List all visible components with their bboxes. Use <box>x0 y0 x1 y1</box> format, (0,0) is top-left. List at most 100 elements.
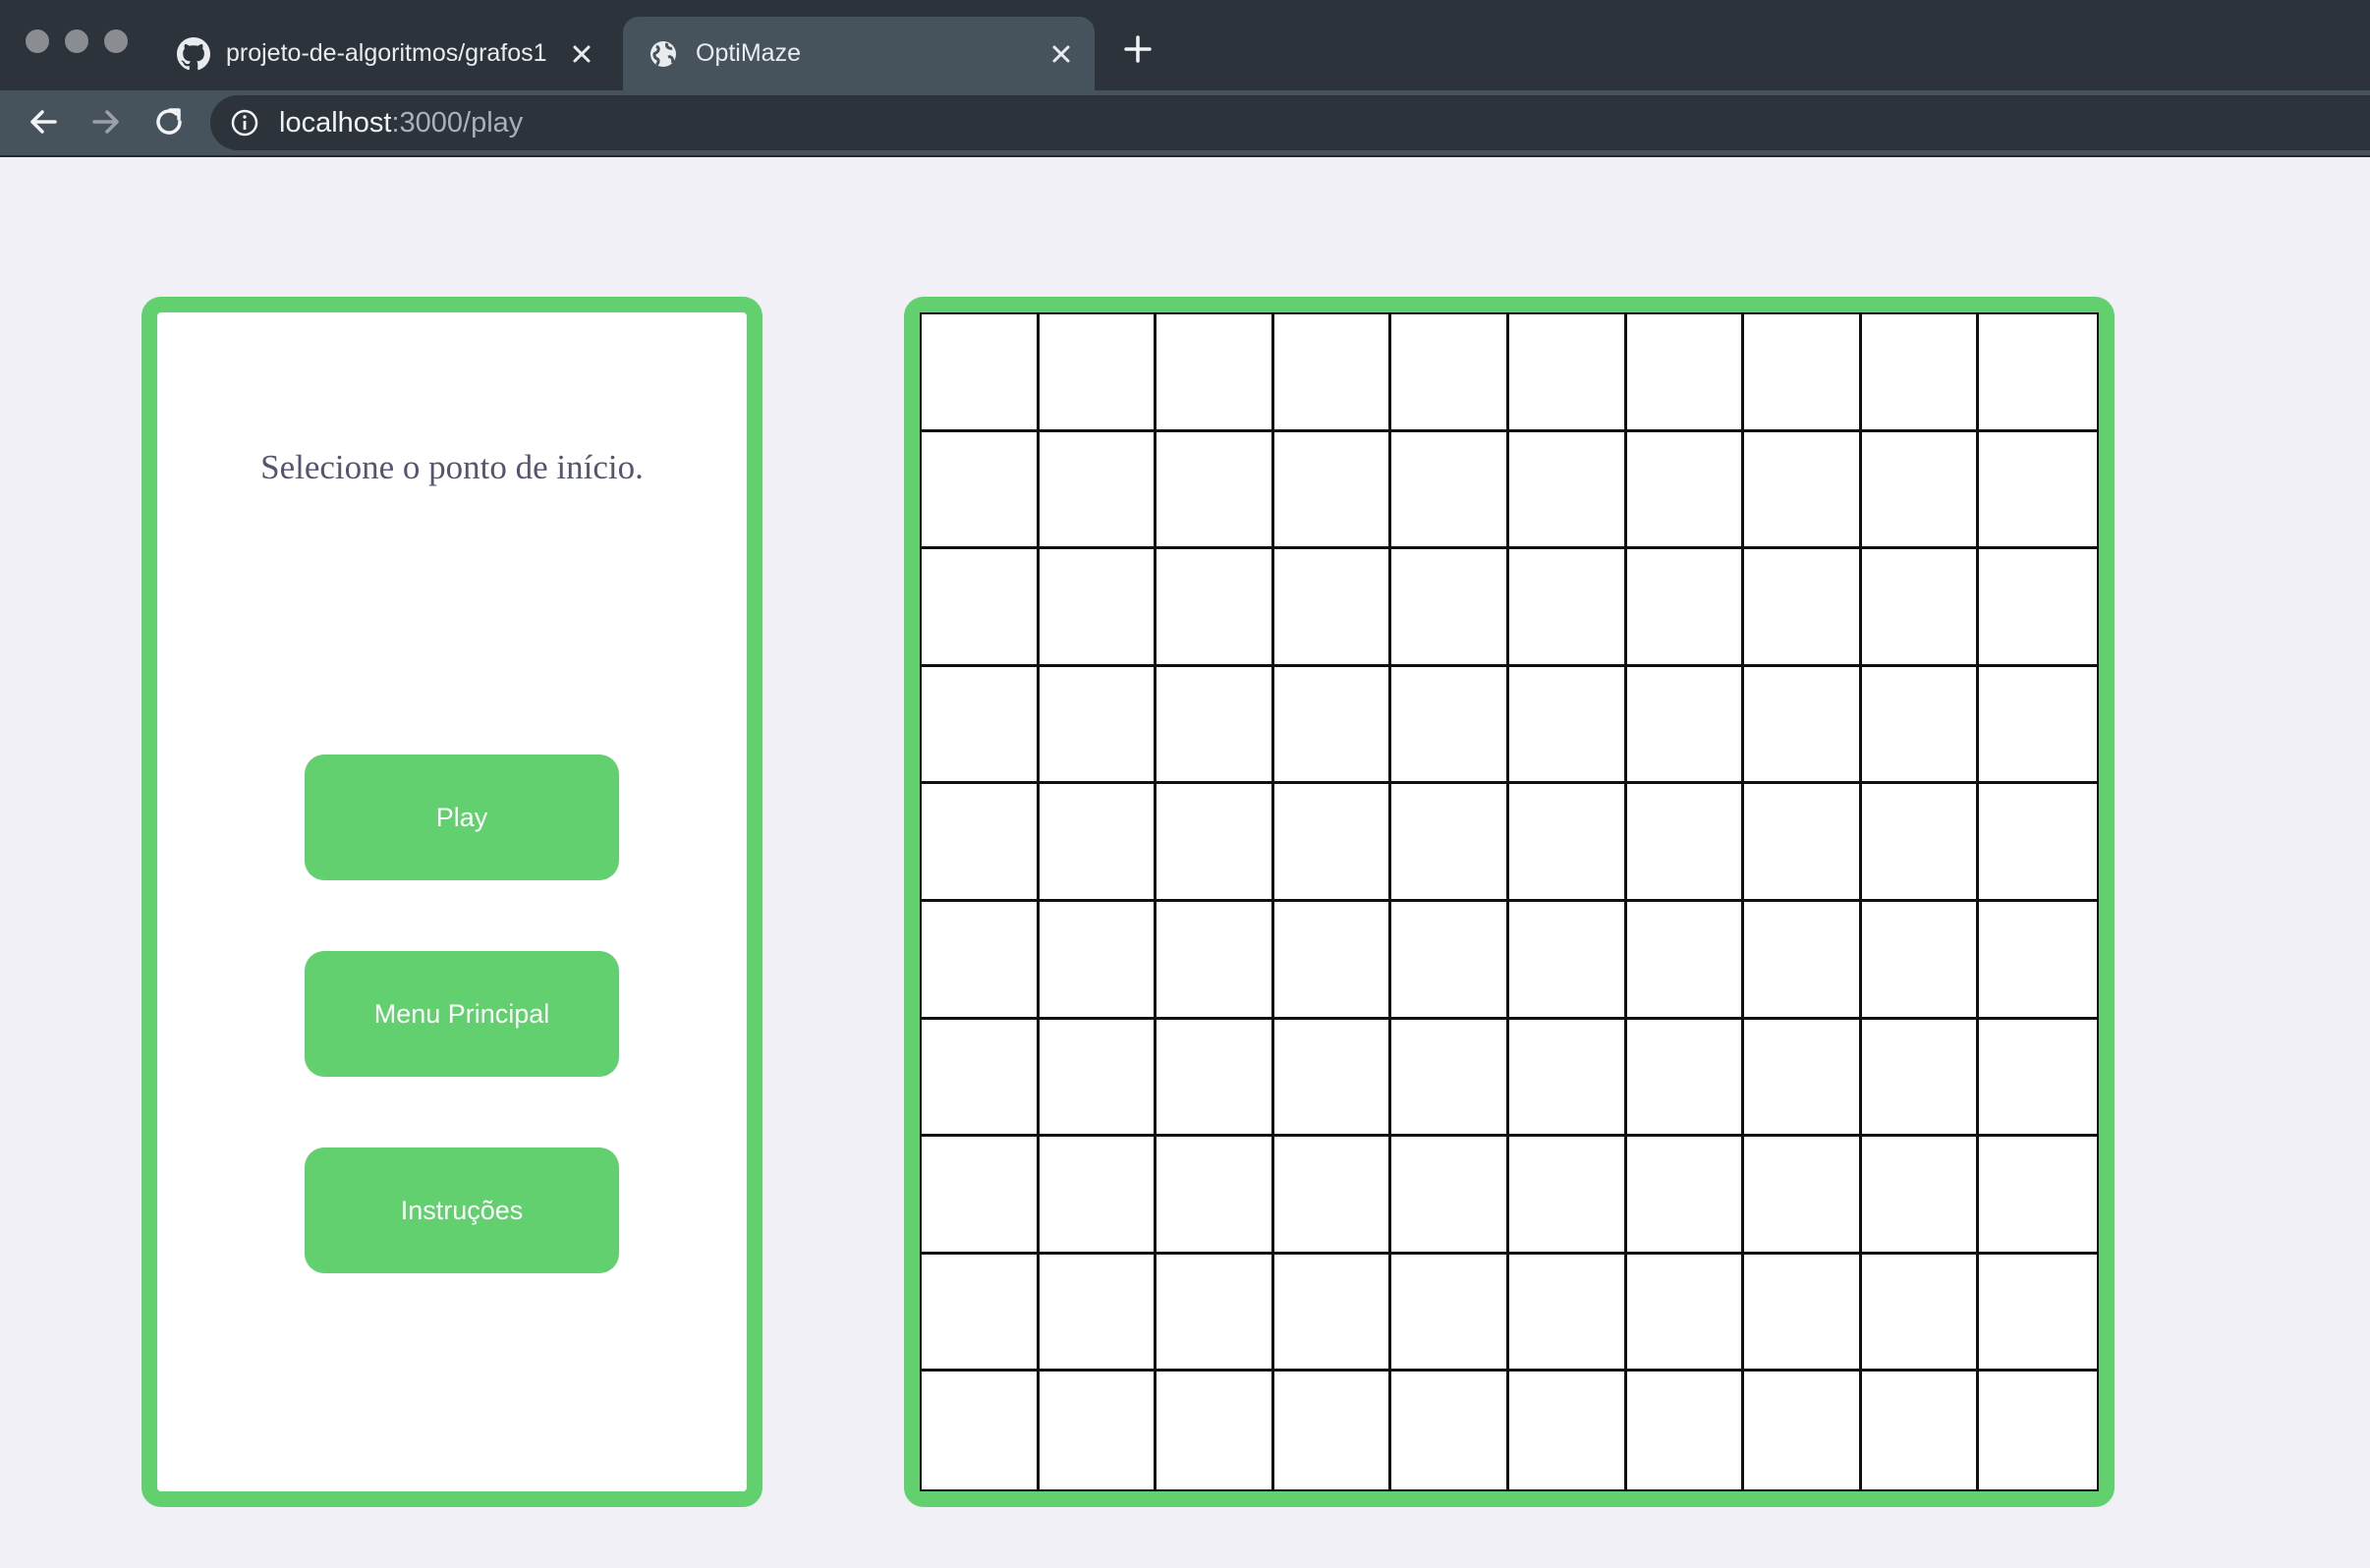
maze-cell[interactable] <box>1391 1019 1509 1138</box>
maze-cell[interactable] <box>1039 784 1157 902</box>
maze-cell[interactable] <box>1744 666 1862 785</box>
window-minimize-light[interactable] <box>65 29 88 53</box>
maze-cell[interactable] <box>1508 1019 1627 1138</box>
maze-cell[interactable] <box>1626 784 1745 902</box>
maze-cell[interactable] <box>1979 666 2097 785</box>
maze-cell[interactable] <box>1861 1137 1980 1255</box>
maze-cell[interactable] <box>1979 549 2097 667</box>
maze-cell[interactable] <box>1157 1372 1274 1489</box>
maze-cell[interactable] <box>1626 1254 1745 1372</box>
maze-cell[interactable] <box>922 1137 1040 1255</box>
maze-cell[interactable] <box>1273 784 1392 902</box>
maze-cell[interactable] <box>1157 666 1274 785</box>
maze-cell[interactable] <box>1979 1137 2097 1255</box>
maze-cell[interactable] <box>1039 1372 1157 1489</box>
maze-cell[interactable] <box>1039 666 1157 785</box>
maze-cell[interactable] <box>1039 1254 1157 1372</box>
maze-cell[interactable] <box>1391 549 1509 667</box>
maze-cell[interactable] <box>1861 1254 1980 1372</box>
maze-cell[interactable] <box>1391 1254 1509 1372</box>
maze-cell[interactable] <box>1391 784 1509 902</box>
maze-cell[interactable] <box>1744 901 1862 1020</box>
maze-cell[interactable] <box>1744 1019 1862 1138</box>
maze-cell[interactable] <box>1626 431 1745 550</box>
maze-cell[interactable] <box>1157 549 1274 667</box>
maze-cell[interactable] <box>1273 314 1392 432</box>
maze-cell[interactable] <box>1744 1137 1862 1255</box>
maze-cell[interactable] <box>1979 784 2097 902</box>
maze-cell[interactable] <box>1979 901 2097 1020</box>
instructions-button[interactable]: Instruções <box>305 1148 619 1273</box>
back-arrow-icon[interactable] <box>24 102 63 141</box>
maze-cell[interactable] <box>1039 314 1157 432</box>
maze-cell[interactable] <box>1861 549 1980 667</box>
maze-cell[interactable] <box>922 1372 1040 1489</box>
maze-cell[interactable] <box>1861 1372 1980 1489</box>
maze-cell[interactable] <box>922 431 1040 550</box>
forward-arrow-icon[interactable] <box>86 102 126 141</box>
maze-cell[interactable] <box>1391 666 1509 785</box>
new-tab-icon[interactable] <box>1121 32 1155 66</box>
maze-cell[interactable] <box>1744 1254 1862 1372</box>
close-icon[interactable] <box>568 40 595 68</box>
maze-cell[interactable] <box>1157 1137 1274 1255</box>
maze-cell[interactable] <box>1391 314 1509 432</box>
maze-cell[interactable] <box>1273 431 1392 550</box>
window-zoom-light[interactable] <box>104 29 128 53</box>
maze-cell[interactable] <box>1744 314 1862 432</box>
maze-cell[interactable] <box>1861 314 1980 432</box>
maze-cell[interactable] <box>1157 784 1274 902</box>
play-button[interactable]: Play <box>305 755 619 880</box>
maze-cell[interactable] <box>1626 549 1745 667</box>
maze-cell[interactable] <box>1157 1254 1274 1372</box>
maze-cell[interactable] <box>1039 431 1157 550</box>
maze-cell[interactable] <box>1273 666 1392 785</box>
maze-cell[interactable] <box>1979 314 2097 432</box>
tab-optimaze[interactable]: OptiMaze <box>623 17 1095 90</box>
maze-cell[interactable] <box>922 901 1040 1020</box>
maze-cell[interactable] <box>1157 314 1274 432</box>
maze-cell[interactable] <box>922 1254 1040 1372</box>
address-bar[interactable]: localhost:3000/play <box>210 95 2370 150</box>
maze-cell[interactable] <box>1979 1372 2097 1489</box>
maze-cell[interactable] <box>922 314 1040 432</box>
maze-cell[interactable] <box>922 549 1040 667</box>
maze-cell[interactable] <box>1744 431 1862 550</box>
maze-cell[interactable] <box>1979 1019 2097 1138</box>
info-icon[interactable] <box>230 108 259 138</box>
maze-cell[interactable] <box>1157 1019 1274 1138</box>
maze-cell[interactable] <box>1273 1372 1392 1489</box>
maze-cell[interactable] <box>1508 666 1627 785</box>
maze-cell[interactable] <box>1157 431 1274 550</box>
maze-cell[interactable] <box>1508 901 1627 1020</box>
maze-cell[interactable] <box>1626 901 1745 1020</box>
maze-cell[interactable] <box>1508 1372 1627 1489</box>
maze-cell[interactable] <box>1391 1137 1509 1255</box>
maze-cell[interactable] <box>1626 1372 1745 1489</box>
maze-cell[interactable] <box>1861 431 1980 550</box>
maze-cell[interactable] <box>1508 549 1627 667</box>
maze-cell[interactable] <box>1744 1372 1862 1489</box>
main-menu-button[interactable]: Menu Principal <box>305 951 619 1077</box>
maze-cell[interactable] <box>1391 1372 1509 1489</box>
maze-cell[interactable] <box>1626 1019 1745 1138</box>
maze-cell[interactable] <box>1626 1137 1745 1255</box>
maze-cell[interactable] <box>922 666 1040 785</box>
maze-cell[interactable] <box>1508 1137 1627 1255</box>
maze-cell[interactable] <box>1039 1137 1157 1255</box>
maze-cell[interactable] <box>1273 901 1392 1020</box>
maze-cell[interactable] <box>1861 901 1980 1020</box>
maze-cell[interactable] <box>1861 1019 1980 1138</box>
tab-github[interactable]: projeto-de-algoritmos/grafos1 <box>157 17 615 90</box>
maze-cell[interactable] <box>922 1019 1040 1138</box>
maze-cell[interactable] <box>1273 1254 1392 1372</box>
maze-cell[interactable] <box>1508 784 1627 902</box>
maze-cell[interactable] <box>1979 1254 2097 1372</box>
maze-cell[interactable] <box>1979 431 2097 550</box>
close-icon[interactable] <box>1047 40 1075 68</box>
maze-cell[interactable] <box>1861 784 1980 902</box>
maze-cell[interactable] <box>922 784 1040 902</box>
maze-cell[interactable] <box>1508 314 1627 432</box>
maze-cell[interactable] <box>1508 1254 1627 1372</box>
maze-cell[interactable] <box>1273 1137 1392 1255</box>
